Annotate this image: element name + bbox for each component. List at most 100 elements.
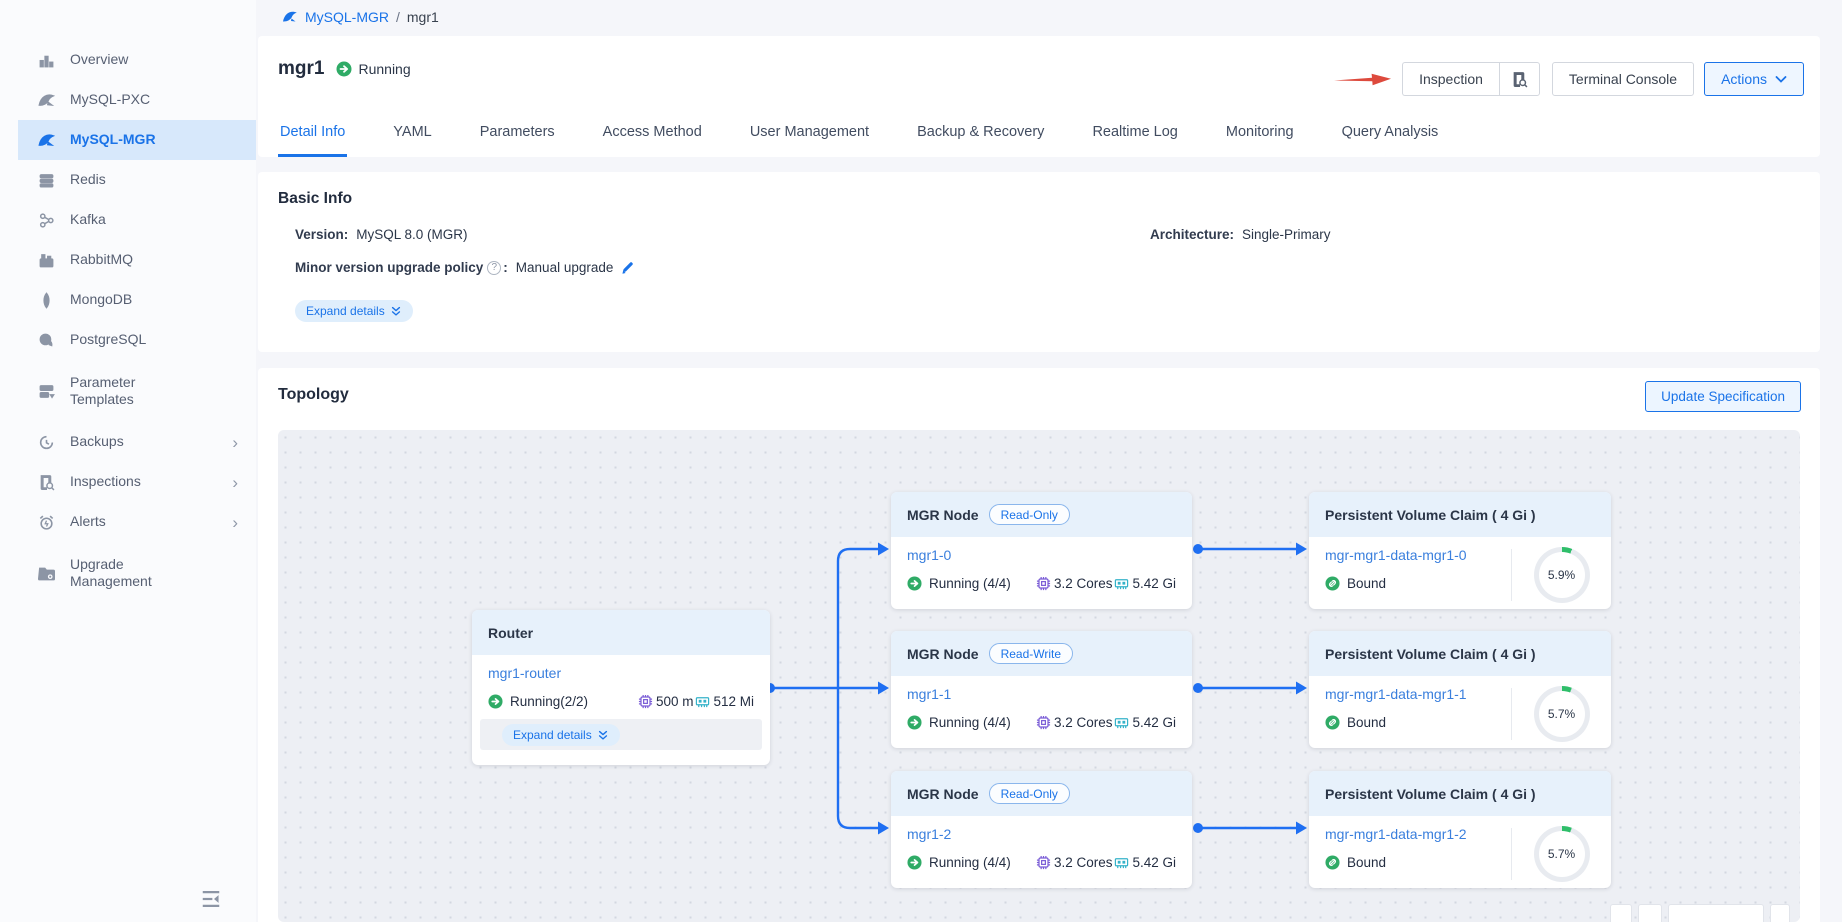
- update-specification-button[interactable]: Update Specification: [1645, 381, 1801, 412]
- canvas-fit-button[interactable]: [1770, 904, 1790, 922]
- dolphin-icon: [38, 92, 55, 109]
- running-status-icon: [488, 694, 503, 709]
- tab-yaml[interactable]: YAML: [391, 124, 433, 157]
- inspection-button[interactable]: Inspection: [1402, 62, 1499, 96]
- sidebar-item-redis[interactable]: Redis: [18, 160, 256, 200]
- page-title: mgr1 Running: [278, 58, 411, 80]
- tab-backup-recovery[interactable]: Backup & Recovery: [915, 124, 1046, 157]
- pvc-link[interactable]: mgr-mgr1-data-mgr1-0: [1325, 547, 1467, 563]
- chevron-right-icon: ›: [232, 434, 238, 451]
- architecture-value: Single-Primary: [1242, 227, 1331, 242]
- double-chevron-down-icon: [597, 729, 609, 741]
- pvc-card: Persistent Volume Claim ( 4 Gi ) mgr-mgr…: [1309, 771, 1611, 888]
- mgr-node-card: MGR Node Read-Only mgr1-0 Running (4/4) …: [891, 492, 1192, 609]
- pvc-card: Persistent Volume Claim ( 4 Gi ) mgr-mgr…: [1309, 492, 1611, 609]
- mgr-memory: 5.42 Gi: [1114, 855, 1176, 870]
- terminal-console-button[interactable]: Terminal Console: [1552, 62, 1694, 96]
- pvc-status: Bound: [1325, 715, 1511, 730]
- mgr-node-card: MGR Node Read-Only mgr1-2 Running (4/4) …: [891, 771, 1192, 888]
- actions-dropdown-button[interactable]: Actions: [1704, 62, 1804, 96]
- canvas-zoom-in-button[interactable]: [1638, 904, 1662, 922]
- factory-icon: [38, 252, 55, 269]
- mgr-pod-link[interactable]: mgr1-0: [907, 547, 951, 563]
- tab-bar: Detail Info YAML Parameters Access Metho…: [278, 124, 1440, 157]
- sidebar-item-mongodb[interactable]: MongoDB: [18, 280, 256, 320]
- breadcrumb-separator: /: [396, 9, 400, 25]
- sidebar: Overview MySQL-PXC MySQL-MGR Redis Kafka…: [0, 0, 256, 922]
- canvas-zoom-out-button[interactable]: [1610, 904, 1632, 922]
- sidebar-item-overview[interactable]: Overview: [18, 40, 256, 80]
- cpu-icon: [1036, 855, 1051, 870]
- edit-pencil-icon[interactable]: [620, 260, 635, 275]
- cpu-icon: [638, 694, 653, 709]
- mgr-pod-link[interactable]: mgr1-2: [907, 826, 951, 842]
- router-status: Running(2/2): [488, 694, 588, 709]
- double-chevron-down-icon: [390, 305, 402, 317]
- mgr-cpu: 3.2 Cores: [1036, 855, 1113, 870]
- mgr-memory: 5.42 Gi: [1114, 576, 1176, 591]
- pvc-status: Bound: [1325, 576, 1511, 591]
- tab-parameters[interactable]: Parameters: [478, 124, 557, 157]
- cpu-icon: [1036, 715, 1051, 730]
- alarm-icon: [38, 514, 55, 531]
- sidebar-item-kafka[interactable]: Kafka: [18, 200, 256, 240]
- sidebar-item-backups[interactable]: Backups ›: [18, 422, 256, 462]
- role-badge: Read-Write: [989, 643, 1073, 664]
- pvc-usage-gauge: 5.7%: [1511, 828, 1611, 880]
- breadcrumb-current: mgr1: [407, 9, 439, 25]
- sidebar-item-parameter-templates[interactable]: Parameter Templates: [18, 360, 256, 422]
- tab-monitoring[interactable]: Monitoring: [1224, 124, 1296, 157]
- router-expand-details-button[interactable]: Expand details: [502, 724, 620, 746]
- detail-header-card: mgr1 Running Inspection Terminal Console…: [258, 36, 1820, 157]
- inspection-report-button[interactable]: [1499, 62, 1540, 96]
- breadcrumb: MySQL-MGR / mgr1: [282, 9, 439, 25]
- dolphin-icon: [38, 132, 55, 149]
- breadcrumb-app-link[interactable]: MySQL-MGR: [305, 9, 389, 25]
- chevron-right-icon: ›: [232, 514, 238, 531]
- sidebar-item-alerts[interactable]: Alerts ›: [18, 502, 256, 542]
- sidebar-collapse-icon[interactable]: [200, 888, 222, 910]
- router-card-header: Router: [472, 610, 770, 655]
- mgr-pod-link[interactable]: mgr1-1: [907, 686, 951, 702]
- tab-detail-info[interactable]: Detail Info: [278, 124, 347, 157]
- topology-title: Topology: [278, 386, 349, 404]
- sidebar-item-mysql-pxc[interactable]: MySQL-PXC: [18, 80, 256, 120]
- elephant-icon: [38, 332, 55, 349]
- router-pod-link[interactable]: mgr1-router: [488, 665, 561, 681]
- running-status-icon: [907, 715, 922, 730]
- sidebar-item-postgresql[interactable]: PostgreSQL: [18, 320, 256, 360]
- topology-card: Topology Update Specification: [258, 368, 1820, 922]
- sidebar-item-inspections[interactable]: Inspections ›: [18, 462, 256, 502]
- tab-realtime-log[interactable]: Realtime Log: [1090, 124, 1179, 157]
- doc-search-icon: [38, 474, 55, 491]
- sidebar-nav: Overview MySQL-PXC MySQL-MGR Redis Kafka…: [0, 0, 256, 604]
- bound-status-icon: [1325, 715, 1340, 730]
- pvc-link[interactable]: mgr-mgr1-data-mgr1-1: [1325, 686, 1467, 702]
- sidebar-item-mysql-mgr[interactable]: MySQL-MGR: [18, 120, 256, 160]
- bound-status-icon: [1325, 855, 1340, 870]
- role-badge: Read-Only: [989, 783, 1070, 804]
- pvc-usage-gauge: 5.9%: [1511, 549, 1611, 601]
- folder-gear-icon: [38, 565, 55, 582]
- upgrade-policy-row: Minor version upgrade policy ? : Manual …: [295, 260, 635, 275]
- inspection-button-group: Inspection: [1402, 62, 1540, 96]
- sidebar-item-rabbitmq[interactable]: RabbitMQ: [18, 240, 256, 280]
- version-row: Version: MySQL 8.0 (MGR): [295, 227, 468, 242]
- tab-query-analysis[interactable]: Query Analysis: [1340, 124, 1441, 157]
- expand-details-button[interactable]: Expand details: [295, 300, 413, 322]
- topology-canvas[interactable]: Router mgr1-router Running(2/2) 500 m 5: [278, 430, 1800, 922]
- tab-user-management[interactable]: User Management: [748, 124, 871, 157]
- pvc-link[interactable]: mgr-mgr1-data-mgr1-2: [1325, 826, 1467, 842]
- chevron-down-icon: [1775, 75, 1787, 83]
- running-status-icon: [336, 61, 352, 77]
- canvas-zoom-slider[interactable]: [1668, 904, 1764, 922]
- memory-icon: [1114, 576, 1129, 591]
- tab-access-method[interactable]: Access Method: [601, 124, 704, 157]
- leaf-icon: [38, 292, 55, 309]
- dolphin-icon: [282, 9, 298, 25]
- memory-icon: [1114, 715, 1129, 730]
- mgr-node-card: MGR Node Read-Write mgr1-1 Running (4/4)…: [891, 631, 1192, 748]
- sidebar-item-upgrade-management[interactable]: Upgrade Management: [18, 542, 256, 604]
- role-badge: Read-Only: [989, 504, 1070, 525]
- help-icon[interactable]: ?: [487, 261, 501, 275]
